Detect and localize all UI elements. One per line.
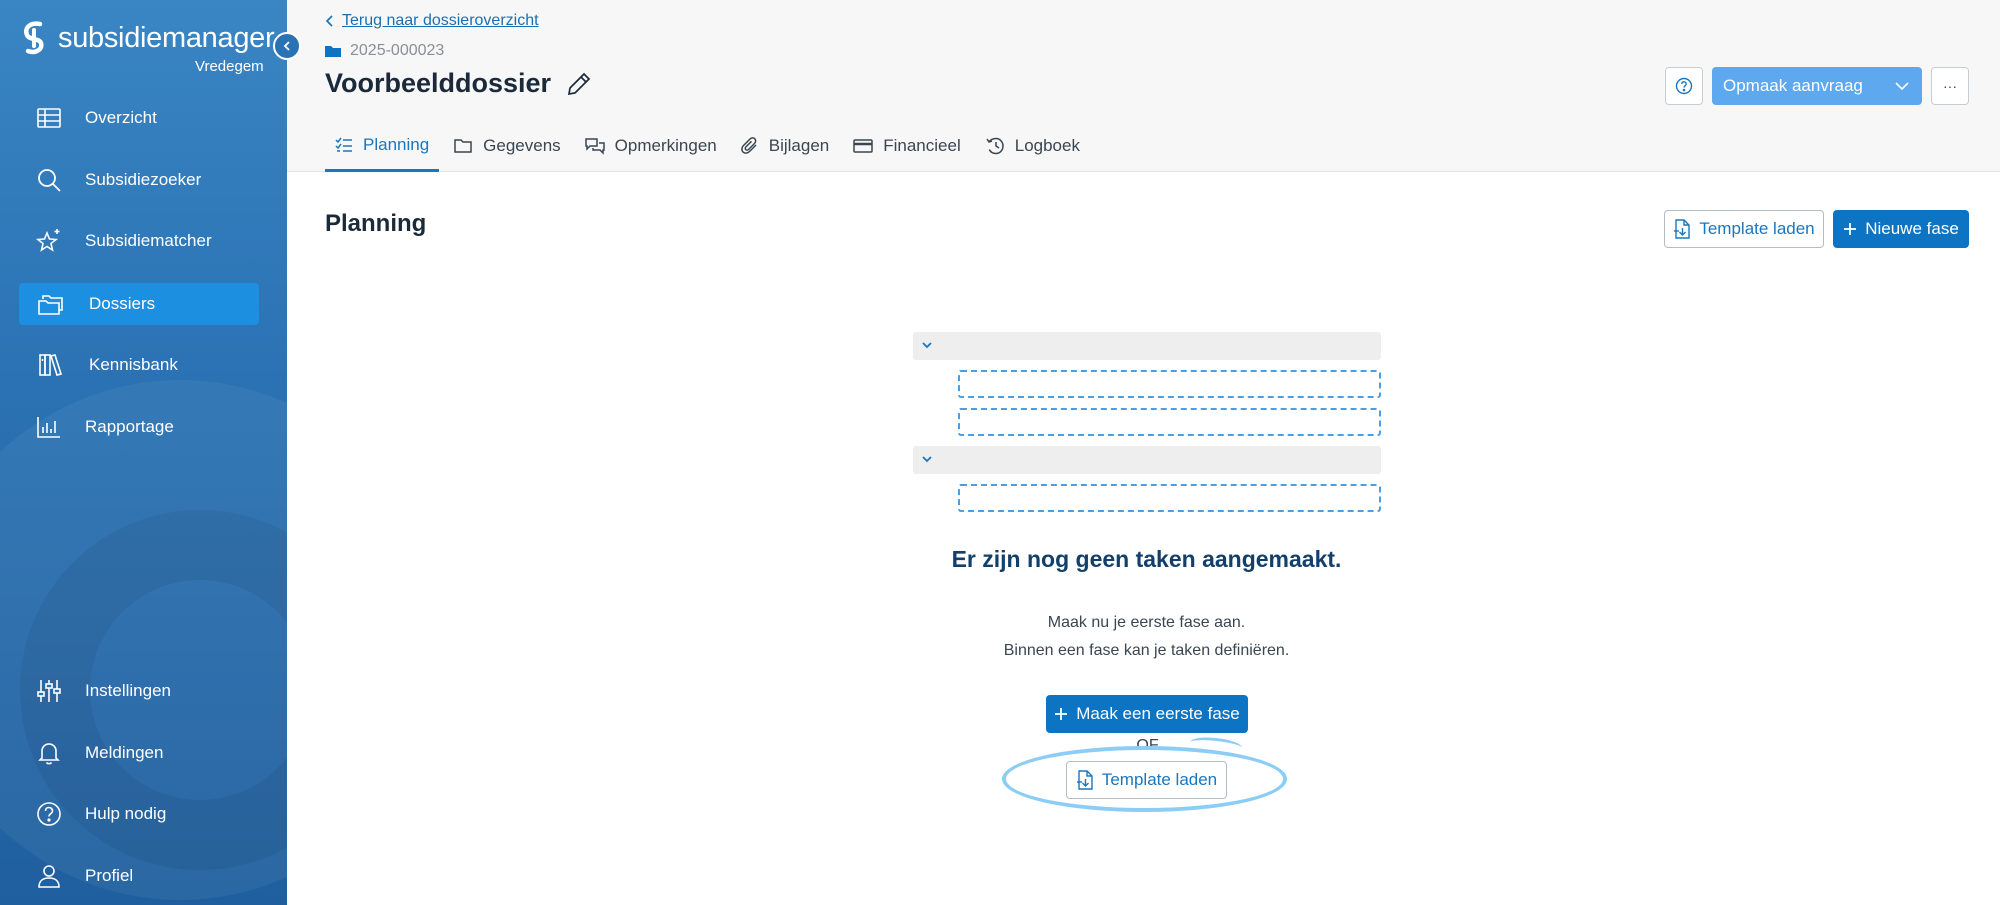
sparkle-star-icon: [35, 229, 60, 252]
checklist-icon: [335, 137, 352, 152]
sidebar-item-rapportage[interactable]: Rapportage: [19, 406, 259, 448]
sidebar-item-subsidiezoeker[interactable]: Subsidiezoeker: [19, 159, 259, 201]
empty-state-text: Maak nu je eerste fase aan.: [1047, 614, 1246, 631]
sidebar-item-profiel[interactable]: Profiel: [19, 855, 259, 897]
tab-bijlagen[interactable]: Bijlagen: [731, 120, 840, 172]
sidebar-item-label: Meldingen: [85, 743, 164, 762]
folder-icon: [454, 139, 472, 153]
plus-icon: [1055, 708, 1068, 720]
sidebar-item-label: Kennisbank: [89, 355, 178, 374]
empty-state-title: Er zijn nog geen taken aangemaakt.: [951, 546, 1342, 572]
table-icon: [37, 108, 61, 128]
nieuwe-fase-label: Nieuwe fase: [1865, 219, 1959, 238]
sidebar-item-label: Overzicht: [85, 108, 157, 127]
search-icon: [38, 169, 61, 192]
file-import-icon: [1674, 219, 1691, 239]
tab-logboek[interactable]: Logboek: [975, 120, 1090, 172]
sidebar-item-label: Instellingen: [85, 681, 172, 700]
back-link[interactable]: Terug naar dossieroverzicht: [324, 12, 539, 30]
comments-icon: [584, 138, 605, 155]
sidebar-item-hulp-nodig[interactable]: Hulp nodig: [19, 793, 259, 835]
sidebar-item-overzicht[interactable]: Overzicht: [19, 97, 259, 139]
sidebar-item-dossiers[interactable]: Dossiers: [19, 283, 259, 325]
brand-name: subsidiemanager: [58, 21, 275, 54]
sidebar-item-kennisbank[interactable]: Kennisbank: [19, 344, 259, 386]
dossier-tabs: Planning Gegevens Opmerkingen Bijlagen F…: [325, 120, 1094, 172]
tab-financieel[interactable]: Financieel: [843, 120, 971, 172]
bell-icon: [38, 743, 60, 765]
sidebar-item-label: Hulp nodig: [85, 804, 167, 823]
sliders-icon: [37, 680, 61, 702]
credit-card-icon: [853, 139, 873, 153]
help-circle-icon: [1675, 77, 1693, 95]
user-icon: [38, 865, 60, 888]
chevron-left-icon: [325, 15, 333, 27]
tab-label: Opmerkingen: [614, 136, 717, 155]
maak-eerste-fase-label: Maak een eerste fase: [1076, 704, 1240, 723]
sidebar-item-instellingen[interactable]: Instellingen: [19, 670, 259, 712]
chevron-left-icon: [283, 41, 290, 51]
maak-eerste-fase-button[interactable]: Maak een eerste fase: [1046, 695, 1248, 733]
paperclip-icon: [740, 137, 757, 154]
opmaak-aanvraag-label: Opmaak aanvraag: [1723, 76, 1863, 95]
sidebar-item-meldingen[interactable]: Meldingen: [19, 732, 259, 774]
tab-label: Planning: [363, 134, 430, 154]
template-laden-label: Template laden: [1699, 219, 1815, 238]
tab-label: Logboek: [1014, 136, 1080, 155]
placeholder-phase: [913, 332, 1381, 360]
chevron-down-icon: [922, 342, 932, 349]
placeholder-task: [958, 370, 1381, 398]
dossier-id-text: 2025-000023: [350, 42, 445, 59]
template-laden-button[interactable]: Template laden: [1664, 210, 1824, 248]
help-circle-icon: [37, 802, 61, 826]
template-laden-center-label: Template laden: [1101, 770, 1218, 789]
file-import-icon: [1076, 770, 1093, 790]
sidebar-item-label: Dossiers: [89, 294, 156, 313]
folder-filled-icon: [325, 46, 341, 57]
tab-label: Gegevens: [483, 136, 561, 155]
tab-label: Financieel: [883, 136, 961, 155]
more-options-button[interactable]: ···: [1931, 67, 1969, 105]
nieuwe-fase-button[interactable]: Nieuwe fase: [1833, 210, 1969, 248]
bar-chart-icon: [37, 417, 60, 438]
chevron-down-icon: [922, 456, 932, 463]
more-options-label: ···: [1943, 78, 1957, 94]
placeholder-task: [958, 484, 1381, 512]
empty-state-text: Binnen een fase kan je taken definiëren.: [1003, 642, 1290, 659]
subsidiemanager-logo-icon: [24, 21, 44, 55]
sidebar-collapse-button[interactable]: [273, 32, 301, 60]
placeholder-phase: [913, 446, 1381, 474]
template-laden-center-button[interactable]: Template laden: [1066, 761, 1227, 799]
brand-subtitle: Vredegem: [195, 58, 264, 75]
tab-gegevens[interactable]: Gegevens: [443, 120, 571, 172]
folders-icon: [38, 295, 63, 315]
section-title: Planning: [325, 210, 427, 237]
brand-logo[interactable]: subsidiemanager: [20, 20, 275, 56]
placeholder-task: [958, 408, 1381, 436]
plus-icon: [1844, 223, 1857, 235]
tab-label: Bijlagen: [768, 136, 830, 155]
sidebar-item-label: Profiel: [85, 866, 134, 885]
books-icon: [39, 354, 63, 376]
dossier-header: Terug naar dossieroverzicht 2025-000023 …: [287, 0, 2000, 172]
tab-planning[interactable]: Planning: [325, 120, 440, 172]
help-button[interactable]: [1665, 67, 1703, 105]
history-icon: [986, 137, 1004, 155]
sidebar-item-subsidiematcher[interactable]: Subsidiematcher: [19, 220, 259, 262]
back-link-label: Terug naar dossieroverzicht: [342, 12, 539, 29]
tab-opmerkingen[interactable]: Opmerkingen: [575, 120, 727, 172]
opmaak-aanvraag-dropdown[interactable]: Opmaak aanvraag: [1712, 67, 1922, 105]
dossier-id: 2025-000023: [324, 42, 444, 60]
sidebar: subsidiemanager Vredegem Overzicht Subsi…: [0, 0, 287, 905]
sidebar-item-label: Subsidiematcher: [85, 231, 212, 250]
chevron-down-icon: [1895, 82, 1909, 91]
sidebar-item-label: Rapportage: [85, 417, 174, 436]
page-title: Voorbeelddossier: [325, 68, 593, 99]
page-title-text: Voorbeelddossier: [325, 68, 552, 98]
pencil-icon[interactable]: [565, 70, 593, 98]
sidebar-item-label: Subsidiezoeker: [85, 170, 202, 189]
